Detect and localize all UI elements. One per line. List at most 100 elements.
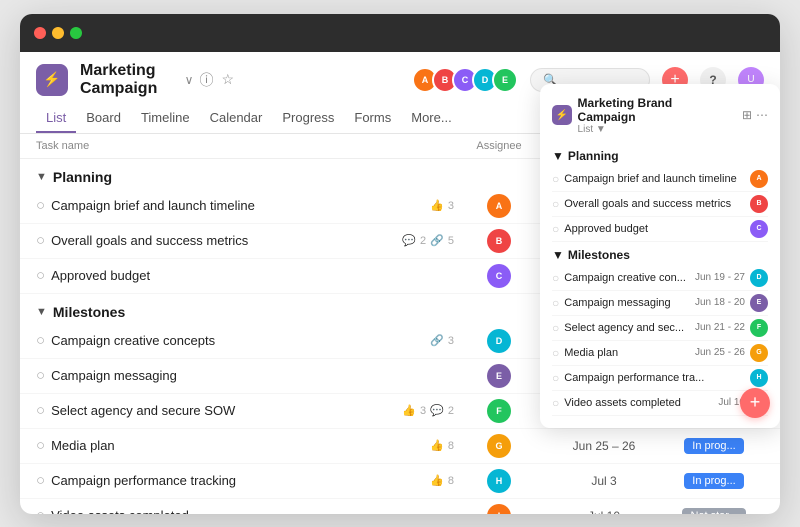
sp-task-row[interactable]: ○ Campaign brief and launch timeline A — [552, 167, 768, 192]
side-panel-header: ⚡ Marketing Brand Campaign List ▼ ⊞ ⋯ — [552, 96, 768, 135]
side-panel-grid-icon[interactable]: ⊞ — [742, 108, 752, 122]
due-date: Jun 25 – 26 — [544, 439, 664, 453]
sp-avatar: H — [750, 369, 768, 387]
sp-section-label: Milestones — [568, 248, 630, 262]
like-icon: 👍 — [430, 199, 444, 212]
sp-collapse-icon[interactable]: ▼ — [552, 149, 564, 163]
col-assignee: Assignee — [454, 140, 544, 152]
avatar: E — [492, 67, 518, 93]
side-panel-subtitle: List ▼ — [578, 124, 730, 135]
collapse-icon[interactable]: ▼ — [36, 306, 47, 318]
sp-task-row[interactable]: ○ Media plan Jun 25 - 26 G — [552, 341, 768, 366]
team-avatars[interactable]: A B C D E — [412, 67, 518, 93]
sp-check-icon: ○ — [552, 172, 559, 186]
task-name: Video assets completed — [51, 508, 454, 514]
tab-calendar[interactable]: Calendar — [200, 104, 273, 133]
tab-timeline[interactable]: Timeline — [131, 104, 200, 133]
fab-add-button[interactable]: + — [740, 388, 770, 418]
project-title-area: Marketing Campaign ∨ ⓘ ☆ — [80, 62, 234, 98]
check-icon[interactable]: ○ — [36, 197, 45, 214]
task-name: Campaign brief and launch timeline — [51, 198, 424, 213]
sp-task-name: Approved budget — [564, 223, 745, 235]
sp-task-row[interactable]: ○ Overall goals and success metrics B — [552, 192, 768, 217]
sp-task-name: Media plan — [564, 347, 690, 359]
sp-task-name: Campaign brief and launch timeline — [564, 173, 745, 185]
sp-task-name: Campaign performance tra... — [564, 372, 745, 384]
sp-due-date: Jun 18 - 20 — [695, 297, 745, 308]
minimize-button[interactable] — [52, 27, 64, 39]
section-label: Milestones — [53, 304, 125, 320]
tab-progress[interactable]: Progress — [272, 104, 344, 133]
side-panel-more-icon[interactable]: ⋯ — [756, 108, 768, 122]
task-name: Campaign creative concepts — [51, 333, 424, 348]
tab-more[interactable]: More... — [401, 104, 461, 133]
sp-task-row[interactable]: ○ Video assets completed Jul 10 I — [552, 391, 768, 416]
sp-task-name: Campaign messaging — [564, 297, 690, 309]
tab-board[interactable]: Board — [76, 104, 131, 133]
avatar: E — [487, 364, 511, 388]
chevron-down-icon[interactable]: ∨ — [185, 73, 194, 87]
sp-task-name: Video assets completed — [564, 397, 713, 409]
star-icon[interactable]: ☆ — [221, 71, 234, 88]
sp-avatar: C — [750, 220, 768, 238]
col-taskname: Task name — [36, 140, 454, 152]
side-panel: ⚡ Marketing Brand Campaign List ▼ ⊞ ⋯ ▼ … — [540, 84, 780, 428]
table-row[interactable]: ○ Campaign performance tracking 👍8 H Jul… — [20, 464, 780, 499]
tab-forms[interactable]: Forms — [344, 104, 401, 133]
comment-icon: 💬 — [430, 404, 444, 417]
check-icon[interactable]: ○ — [36, 367, 45, 384]
sp-due-date: Jun 19 - 27 — [695, 272, 745, 283]
collapse-icon[interactable]: ▼ — [36, 171, 47, 183]
check-icon[interactable]: ○ — [36, 267, 45, 284]
check-icon[interactable]: ○ — [36, 332, 45, 349]
check-icon[interactable]: ○ — [36, 232, 45, 249]
table-row[interactable]: ○ Video assets completed I Jul 10 Not st… — [20, 499, 780, 514]
check-icon[interactable]: ○ — [36, 472, 45, 489]
titlebar — [20, 14, 780, 52]
main-window: ⚡ Marketing Campaign ∨ ⓘ ☆ A B C D E 🔍 + — [20, 14, 780, 514]
task-name: Media plan — [51, 438, 424, 453]
sp-task-row[interactable]: ○ Campaign creative con... Jun 19 - 27 D — [552, 266, 768, 291]
sp-avatar: F — [750, 319, 768, 337]
avatar: I — [487, 504, 511, 514]
fullscreen-button[interactable] — [70, 27, 82, 39]
status-badge: In prog... — [684, 438, 743, 454]
sp-avatar: E — [750, 294, 768, 312]
sp-check-icon: ○ — [552, 396, 559, 410]
table-row[interactable]: ○ Media plan 👍8 G Jun 25 – 26 In prog... — [20, 429, 780, 464]
sp-task-row[interactable]: ○ Select agency and sec... Jun 21 - 22 F — [552, 316, 768, 341]
sp-task-name: Select agency and sec... — [564, 322, 690, 334]
due-date: Jul 3 — [544, 474, 664, 488]
sp-task-row[interactable]: ○ Campaign performance tra... H — [552, 366, 768, 391]
sp-avatar: B — [750, 195, 768, 213]
traffic-lights — [34, 27, 82, 39]
avatar: G — [487, 434, 511, 458]
sp-avatar: G — [750, 344, 768, 362]
tab-list[interactable]: List — [36, 104, 76, 133]
sp-check-icon: ○ — [552, 197, 559, 211]
sp-check-icon: ○ — [552, 346, 559, 360]
comment-icon: 💬 — [402, 234, 416, 247]
meta-count: 2 — [420, 235, 426, 247]
sp-check-icon: ○ — [552, 271, 559, 285]
sp-collapse-icon[interactable]: ▼ — [552, 248, 564, 262]
like-icon: 👍 — [430, 439, 444, 452]
close-button[interactable] — [34, 27, 46, 39]
side-panel-title: Marketing Brand Campaign — [578, 96, 730, 124]
sp-section-milestones: ▼ Milestones — [552, 242, 768, 266]
task-name: Campaign messaging — [51, 368, 454, 383]
sp-due-date: Jun 21 - 22 — [695, 322, 745, 333]
like-icon: 👍 — [430, 474, 444, 487]
sp-task-name: Campaign creative con... — [564, 272, 690, 284]
check-icon[interactable]: ○ — [36, 402, 45, 419]
sp-task-row[interactable]: ○ Approved budget C — [552, 217, 768, 242]
sp-section-planning: ▼ Planning — [552, 143, 768, 167]
sp-task-name: Overall goals and success metrics — [564, 198, 745, 210]
info-icon[interactable]: ⓘ — [199, 70, 213, 90]
sp-task-row[interactable]: ○ Campaign messaging Jun 18 - 20 E — [552, 291, 768, 316]
sp-avatar: D — [750, 269, 768, 287]
project-title: Marketing Campaign — [80, 62, 179, 98]
check-icon[interactable]: ○ — [36, 507, 45, 514]
check-icon[interactable]: ○ — [36, 437, 45, 454]
side-panel-project-icon: ⚡ — [552, 105, 572, 125]
